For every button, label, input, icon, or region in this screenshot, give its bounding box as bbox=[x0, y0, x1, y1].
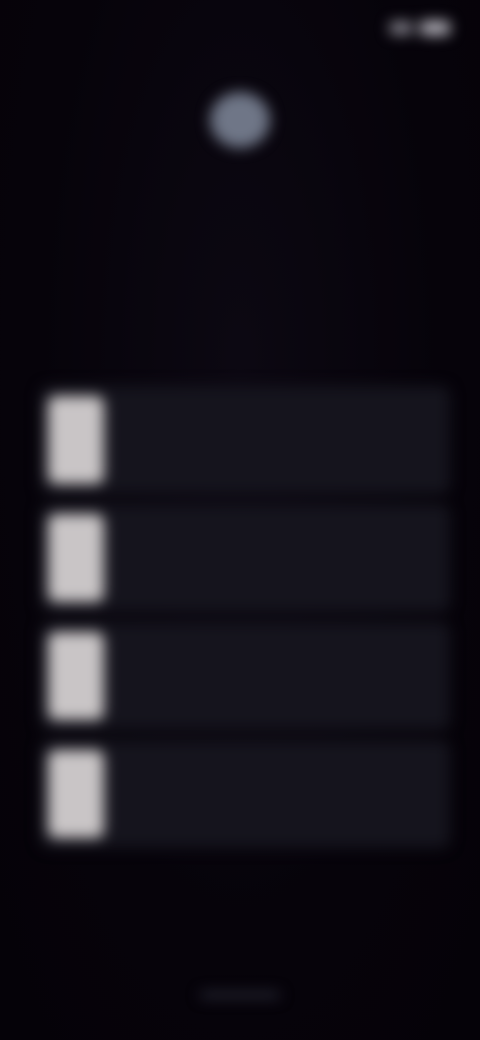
list-item[interactable] bbox=[40, 386, 450, 494]
status-bar bbox=[30, 16, 450, 40]
status-icons bbox=[390, 21, 450, 35]
item-thumbnail-icon bbox=[48, 750, 104, 838]
battery-icon bbox=[420, 21, 450, 35]
blurred-content bbox=[0, 0, 480, 1040]
item-thumbnail-icon bbox=[48, 396, 104, 484]
app-avatar-icon bbox=[210, 92, 270, 148]
list-item[interactable] bbox=[40, 740, 450, 848]
item-thumbnail-icon bbox=[48, 514, 104, 602]
option-list bbox=[40, 386, 450, 858]
signal-icon bbox=[390, 22, 412, 34]
list-item[interactable] bbox=[40, 622, 450, 730]
list-item[interactable] bbox=[40, 504, 450, 612]
item-thumbnail-icon bbox=[48, 632, 104, 720]
screen bbox=[0, 0, 480, 1040]
home-indicator[interactable] bbox=[200, 992, 280, 998]
